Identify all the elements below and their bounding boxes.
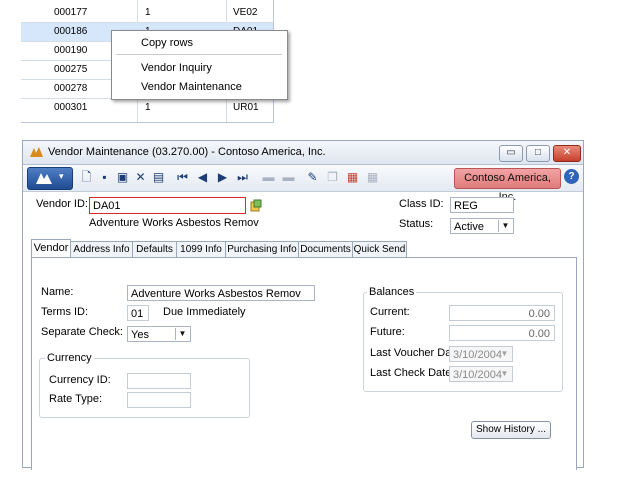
- grid-cell: VE02: [233, 7, 258, 18]
- cancel-icon[interactable]: ▤: [151, 170, 166, 185]
- last-check-date-field: 3/10/2004 ▼: [449, 366, 513, 382]
- rate-type-label: Rate Type:: [49, 393, 102, 405]
- insert-row-icon: ▬: [262, 170, 275, 184]
- save-icon[interactable]: ▪: [97, 170, 112, 185]
- maximize-button[interactable]: □: [526, 145, 550, 162]
- status-value: Active: [454, 221, 484, 233]
- future-balance-field: 0.00: [449, 325, 555, 341]
- toolbar: ▾ 🗋 ▪ ▣ ✕ ▤ ⏮ ◀ ▶ ⏭ ▬ ▬ ✎ ❐ ▦ ▦ Contoso …: [23, 165, 583, 203]
- menu-item-vendor-maintenance[interactable]: Vendor Maintenance: [141, 81, 242, 93]
- customize-icon[interactable]: ▦: [345, 170, 360, 185]
- tab-address-info[interactable]: Address Info: [70, 241, 133, 258]
- grid-cell: 000186: [54, 26, 88, 37]
- status-label: Status:: [399, 218, 434, 230]
- terms-id-field[interactable]: 01: [127, 305, 149, 321]
- finish-icon[interactable]: ▣: [115, 170, 130, 185]
- table-row[interactable]: 000301 1 UR01: [21, 99, 273, 117]
- grid-cell: 1: [145, 102, 151, 113]
- name-label: Name:: [41, 286, 74, 298]
- chevron-down-icon: ▼: [498, 220, 512, 232]
- tab-documents[interactable]: Documents: [298, 241, 353, 258]
- separate-check-select[interactable]: Yes ▼: [127, 326, 191, 342]
- terms-description: Due Immediately: [163, 306, 246, 318]
- menu-item-vendor-inquiry[interactable]: Vendor Inquiry: [141, 62, 212, 74]
- minimize-button[interactable]: ▭: [499, 145, 523, 162]
- tab-1099-info[interactable]: 1099 Info: [176, 241, 226, 258]
- chevron-down-icon: ▼: [500, 349, 509, 358]
- note-icon[interactable]: ✎: [305, 170, 320, 185]
- rate-type-field[interactable]: [127, 392, 191, 408]
- grid-cell: 000190: [54, 45, 88, 56]
- last-check-date-value: 3/10/2004: [453, 369, 502, 381]
- tab-defaults[interactable]: Defaults: [132, 241, 177, 258]
- report-icon: ▦: [366, 170, 379, 184]
- grid-cell: 1: [145, 7, 151, 18]
- company-badge: Contoso America, Inc.: [454, 168, 561, 203]
- separate-check-value: Yes: [131, 329, 149, 341]
- last-voucher-date-field: 3/10/2004 ▼: [449, 346, 513, 362]
- vendor-id-field[interactable]: DA01: [89, 197, 246, 214]
- currency-id-label: Currency ID:: [49, 374, 111, 386]
- delete-icon[interactable]: ✕: [133, 170, 148, 185]
- chevron-down-icon: ▾: [59, 171, 64, 181]
- vendor-name-display: Adventure Works Asbestos Remov: [89, 217, 259, 229]
- name-field[interactable]: Adventure Works Asbestos Remov: [127, 285, 315, 301]
- help-icon[interactable]: ?: [564, 169, 579, 184]
- table-row[interactable]: 000177 1 VE02: [21, 4, 273, 23]
- tab-purchasing-info[interactable]: Purchasing Info: [225, 241, 299, 258]
- grid-cell: 000177: [54, 7, 88, 18]
- future-label: Future:: [370, 326, 405, 338]
- delete-row-icon: ▬: [282, 170, 295, 184]
- chevron-down-icon: ▼: [175, 328, 189, 340]
- status-select[interactable]: Active ▼: [450, 218, 514, 234]
- app-logo-icon: [30, 147, 43, 157]
- grid-cell: UR01: [233, 102, 259, 113]
- menu-separator: [116, 54, 282, 55]
- previous-record-icon[interactable]: ◀: [195, 170, 210, 185]
- current-balance-field: 0.00: [449, 305, 555, 321]
- chevron-down-icon: ▼: [500, 369, 509, 378]
- last-record-icon[interactable]: ⏭: [235, 170, 250, 185]
- menu-item-copy-rows[interactable]: Copy rows: [141, 37, 193, 49]
- vendor-id-label: Vendor ID:: [36, 198, 88, 210]
- last-check-date-label: Last Check Date:: [370, 367, 455, 379]
- currency-id-field[interactable]: [127, 373, 191, 389]
- copy-icon: ❐: [327, 170, 338, 184]
- tab-vendor[interactable]: Vendor: [31, 239, 71, 258]
- grid-cell: 000301: [54, 102, 88, 113]
- currency-group-title: Currency: [45, 352, 94, 364]
- new-icon[interactable]: 🗋: [79, 170, 94, 185]
- show-history-button[interactable]: Show History ...: [471, 421, 551, 439]
- window-title: Vendor Maintenance (03.270.00) - Contoso…: [48, 146, 326, 158]
- grid-cell: 000275: [54, 64, 88, 75]
- balances-group-title: Balances: [367, 286, 417, 298]
- tab-quick-send[interactable]: Quick Send: [352, 241, 407, 258]
- class-id-label: Class ID:: [399, 198, 444, 210]
- vendor-grid: 000177 1 VE02 000186 1 DA01 000190 1 000…: [21, 0, 288, 123]
- close-button[interactable]: ✕: [553, 145, 581, 162]
- vendor-maintenance-window: Vendor Maintenance (03.270.00) - Contoso…: [22, 140, 584, 470]
- app-menu-logo-icon: [36, 173, 52, 184]
- class-id-field[interactable]: REG: [450, 197, 514, 213]
- separate-check-label: Separate Check:: [41, 326, 123, 338]
- current-label: Current:: [370, 306, 410, 318]
- app-menu-button[interactable]: ▾: [27, 167, 73, 190]
- next-record-icon[interactable]: ▶: [215, 170, 230, 185]
- lookup-icon[interactable]: [250, 199, 262, 212]
- last-voucher-date-value: 3/10/2004: [453, 349, 502, 361]
- title-bar: Vendor Maintenance (03.270.00) - Contoso…: [23, 141, 583, 165]
- context-menu: Copy rows Vendor Inquiry Vendor Maintena…: [111, 30, 288, 100]
- first-record-icon[interactable]: ⏮: [175, 170, 190, 185]
- terms-id-label: Terms ID:: [41, 306, 89, 318]
- grid-cell: 000278: [54, 83, 88, 94]
